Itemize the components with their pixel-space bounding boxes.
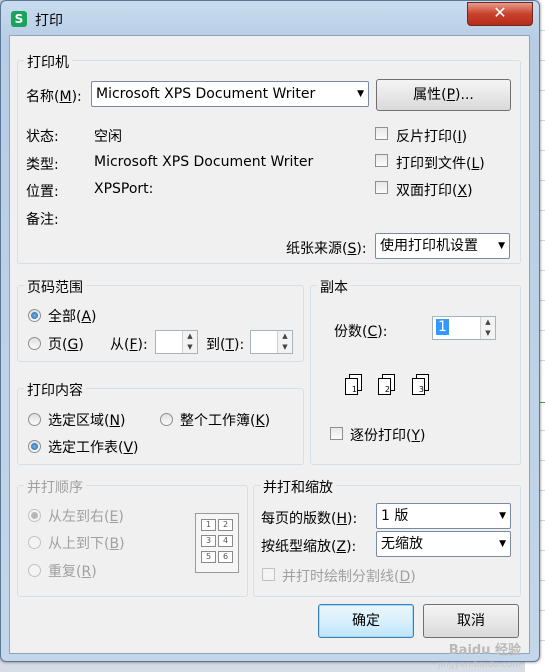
- properties-button[interactable]: 属性(P)...: [376, 79, 511, 111]
- type-value: Microsoft XPS Document Writer: [94, 154, 314, 170]
- spin-down-icon[interactable]: ▼: [278, 342, 292, 353]
- collate-pages-icon: 3: [412, 374, 429, 395]
- collate-pages-icon: 2: [378, 374, 395, 395]
- pages-per-sheet-label: 每页的版数(H):: [261, 511, 358, 527]
- reverse-print-label[interactable]: 反片打印(I): [396, 126, 467, 146]
- dropdown-arrow-icon: ▼: [499, 539, 506, 549]
- repeat-label[interactable]: 重复(R): [48, 561, 97, 581]
- baidu-watermark: Baidu 经验: [448, 643, 521, 658]
- ok-button[interactable]: 确定: [318, 604, 414, 638]
- print-order-group-label: 并打顺序: [24, 477, 86, 497]
- print-dialog: S 打印 ✕ 打印机 名称(M): Microsoft XPS Document…: [0, 0, 540, 662]
- printer-group-label: 打印机: [24, 52, 72, 72]
- title-bar: S 打印 ✕: [1, 1, 539, 35]
- page-order-preview-icon: 1 2 3 4 5 6: [195, 513, 239, 573]
- close-button[interactable]: ✕: [467, 2, 533, 26]
- paper-source-select[interactable]: 使用打印机设置 ▼: [375, 233, 510, 259]
- dialog-body: 打印机 名称(M): Microsoft XPS Document Writer…: [9, 35, 530, 654]
- printer-name-value: Microsoft XPS Document Writer: [96, 86, 316, 102]
- zoom-group-label: 并打和缩放: [260, 477, 336, 497]
- spin-down-icon[interactable]: ▼: [481, 328, 495, 339]
- page-range-all-label[interactable]: 全部(A): [48, 306, 97, 326]
- paper-source-value: 使用打印机设置: [380, 238, 478, 254]
- copies-count-value: 1: [436, 319, 449, 335]
- left-to-right-radio[interactable]: [28, 509, 41, 522]
- to-page-spinner[interactable]: ▲ ▼: [250, 330, 293, 354]
- paper-source-label: 纸张来源(S):: [286, 241, 367, 257]
- cancel-button[interactable]: 取消: [423, 604, 519, 638]
- dialog-title: 打印: [35, 13, 63, 29]
- where-value: XPSPort:: [94, 181, 154, 197]
- baidu-watermark-url: jingyan.baidu.com: [437, 660, 521, 670]
- status-label: 状态:: [26, 129, 59, 145]
- scale-to-paper-label: 按纸型缩放(Z):: [261, 539, 357, 555]
- selected-sheets-radio[interactable]: [28, 440, 41, 453]
- reverse-print-checkbox[interactable]: [375, 127, 388, 140]
- printer-name-select[interactable]: Microsoft XPS Document Writer ▼: [91, 81, 369, 107]
- repeat-radio[interactable]: [28, 564, 41, 577]
- pages-per-sheet-value: 1 版: [381, 508, 409, 524]
- selection-radio[interactable]: [28, 413, 41, 426]
- printer-name-label: 名称(M):: [26, 89, 82, 105]
- scale-to-paper-value: 无缩放: [381, 536, 423, 552]
- print-what-group-label: 打印内容: [24, 380, 86, 400]
- from-label: 从(F):: [110, 337, 148, 353]
- to-label: 到(T):: [206, 337, 245, 353]
- page-range-pages-radio[interactable]: [28, 337, 41, 350]
- dropdown-arrow-icon: ▼: [498, 241, 505, 251]
- collate-label[interactable]: 逐份打印(Y): [350, 425, 426, 445]
- page-range-pages-label[interactable]: 页(G): [48, 334, 84, 354]
- copies-count-label: 份数(C):: [334, 324, 388, 340]
- page-range-group-label: 页码范围: [24, 277, 86, 297]
- dropdown-arrow-icon: ▼: [499, 511, 506, 521]
- selected-sheets-label[interactable]: 选定工作表(V): [48, 437, 139, 457]
- status-value: 空闲: [94, 129, 122, 145]
- print-to-file-checkbox[interactable]: [375, 154, 388, 167]
- wps-app-icon: S: [11, 11, 27, 27]
- duplex-checkbox[interactable]: [375, 181, 388, 194]
- top-to-bottom-radio[interactable]: [28, 536, 41, 549]
- selection-label[interactable]: 选定区域(N): [48, 410, 125, 430]
- copies-group-label: 副本: [317, 277, 351, 297]
- top-to-bottom-label[interactable]: 从上到下(B): [48, 533, 125, 553]
- duplex-label[interactable]: 双面打印(X): [396, 180, 473, 200]
- draw-lines-label[interactable]: 并打时绘制分割线(D): [282, 566, 416, 586]
- comment-label: 备注:: [26, 212, 59, 228]
- collate-checkbox[interactable]: [330, 427, 343, 440]
- print-to-file-label[interactable]: 打印到文件(L): [396, 153, 485, 173]
- draw-lines-checkbox[interactable]: [262, 568, 275, 581]
- type-label: 类型:: [26, 157, 59, 173]
- entire-workbook-radio[interactable]: [160, 413, 173, 426]
- pages-per-sheet-select[interactable]: 1 版 ▼: [376, 503, 511, 529]
- scale-to-paper-select[interactable]: 无缩放 ▼: [376, 531, 511, 557]
- from-page-spinner[interactable]: ▲ ▼: [155, 330, 198, 354]
- entire-workbook-label[interactable]: 整个工作簿(K): [180, 410, 270, 430]
- page-range-all-radio[interactable]: [28, 309, 41, 322]
- spin-down-icon[interactable]: ▼: [183, 342, 197, 353]
- dropdown-arrow-icon: ▼: [357, 89, 364, 99]
- left-to-right-label[interactable]: 从左到右(E): [48, 506, 124, 526]
- collate-pages-icon: 1: [345, 374, 362, 395]
- copies-count-spinner[interactable]: 1 ▲ ▼: [432, 316, 496, 340]
- where-label: 位置:: [26, 184, 59, 200]
